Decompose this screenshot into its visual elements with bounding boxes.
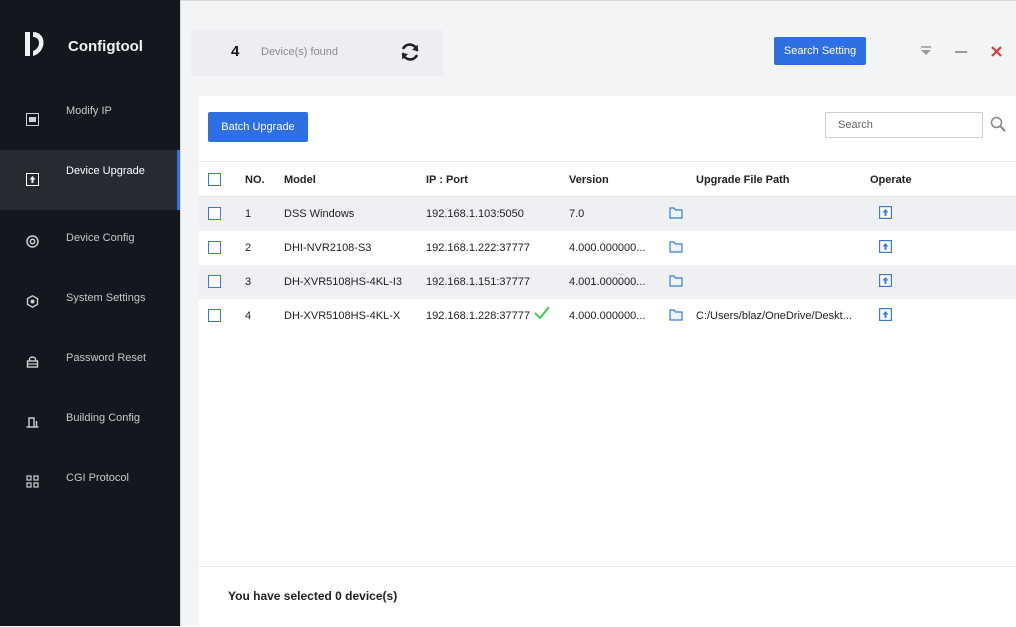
upgrade-icon — [26, 173, 39, 186]
folder-icon[interactable] — [669, 241, 683, 253]
sidebar-item-label: Device Upgrade — [66, 165, 145, 177]
sidebar-item-cgi-protocol[interactable]: CGI Protocol — [0, 450, 180, 510]
column-header-operate: Operate — [870, 174, 912, 186]
upload-icon[interactable] — [879, 274, 892, 287]
table-row[interactable]: 3 DH-XVR5108HS-4KL-I3 192.168.1.151:3777… — [199, 265, 1016, 299]
column-header-model: Model — [284, 174, 316, 186]
cell-version: 4.000.000000... — [569, 242, 646, 254]
cell-no: 2 — [245, 242, 252, 254]
cell-version: 4.000.000000... — [569, 310, 646, 322]
search-setting-button[interactable]: Search Setting — [774, 37, 866, 65]
table-header: NO. Model IP : Port Version Upgrade File… — [199, 161, 1016, 197]
upload-icon[interactable] — [879, 308, 892, 321]
table-row[interactable]: 1 DSS Windows 192.168.1.103:5050 7.0 — [199, 197, 1016, 231]
refresh-icon[interactable] — [399, 41, 421, 63]
sidebar-item-password-reset[interactable]: Password Reset — [0, 330, 180, 390]
sidebar-item-label: CGI Protocol — [66, 472, 129, 484]
cell-ip-port: 192.168.1.222:37777 — [426, 242, 530, 254]
row-checkbox[interactable] — [208, 241, 221, 254]
cell-model: DSS Windows — [284, 208, 355, 220]
row-checkbox[interactable] — [208, 309, 221, 322]
sidebar: Configtool Modify IP Device Upgrade Devi… — [0, 0, 180, 626]
cell-no: 4 — [245, 310, 252, 322]
column-header-no: NO. — [245, 174, 265, 186]
dropdown-menu-icon[interactable] — [918, 43, 934, 59]
protocol-grid-icon — [26, 475, 39, 488]
brand: Configtool — [0, 0, 180, 90]
ip-icon — [26, 113, 39, 126]
batch-upgrade-button[interactable]: Batch Upgrade — [208, 112, 308, 142]
upload-icon[interactable] — [879, 240, 892, 253]
column-header-ip-port: IP : Port — [426, 174, 468, 186]
device-found-box: 4 Device(s) found — [191, 30, 443, 76]
checkmark-icon — [534, 306, 550, 320]
cell-no: 3 — [245, 276, 252, 288]
sidebar-nav: Modify IP Device Upgrade Device Config S… — [0, 90, 180, 510]
close-icon[interactable] — [989, 43, 1005, 59]
device-upgrade-panel: Batch Upgrade NO. Model IP : Port Versio… — [199, 96, 1016, 627]
row-checkbox[interactable] — [208, 275, 221, 288]
folder-icon[interactable] — [669, 207, 683, 219]
sidebar-item-label: Building Config — [66, 412, 140, 424]
cell-no: 1 — [245, 208, 252, 220]
settings-icon — [26, 295, 39, 308]
cell-ip-port: 192.168.1.228:37777 — [426, 310, 530, 322]
top-bar: 4 Device(s) found Search Setting — [181, 1, 1016, 85]
selection-footer: You have selected 0 device(s) — [199, 566, 1016, 627]
cell-version: 7.0 — [569, 208, 585, 220]
sidebar-item-label: System Settings — [66, 292, 146, 304]
folder-icon[interactable] — [669, 309, 683, 321]
column-header-version: Version — [569, 174, 609, 186]
main-area: 4 Device(s) found Search Setting Batch U… — [180, 0, 1016, 627]
row-checkbox[interactable] — [208, 207, 221, 220]
search-input[interactable] — [825, 112, 983, 138]
select-all-checkbox[interactable] — [208, 173, 221, 186]
sidebar-item-building-config[interactable]: Building Config — [0, 390, 180, 450]
cell-model: DHI-NVR2108-S3 — [284, 242, 372, 254]
sidebar-item-modify-ip[interactable]: Modify IP — [0, 90, 180, 150]
config-circle-icon — [26, 235, 39, 248]
cell-model: DH-XVR5108HS-4KL-X — [284, 310, 401, 322]
selected-count-text: You have selected 0 device(s) — [228, 589, 398, 603]
sidebar-item-label: Password Reset — [66, 352, 147, 364]
sidebar-item-system-settings[interactable]: System Settings — [0, 270, 180, 330]
sidebar-item-label: Device Config — [66, 232, 135, 244]
device-count: 4 — [231, 43, 240, 60]
column-header-upgrade-file-path: Upgrade File Path — [696, 174, 790, 186]
upload-icon[interactable] — [879, 206, 892, 219]
cell-file-path: C:/Users/blaz/OneDrive/Deskt... — [696, 310, 852, 322]
table-row[interactable]: 4 DH-XVR5108HS-4KL-X 192.168.1.228:37777… — [199, 299, 1016, 333]
table-row[interactable]: 2 DHI-NVR2108-S3 192.168.1.222:37777 4.0… — [199, 231, 1016, 265]
cell-ip-port: 192.168.1.151:37777 — [426, 276, 530, 288]
cell-version: 4.001.000000... — [569, 276, 646, 288]
sidebar-item-label: Modify IP — [66, 105, 112, 117]
lock-icon — [26, 356, 39, 368]
device-found-label: Device(s) found — [261, 46, 339, 58]
folder-icon[interactable] — [669, 275, 683, 287]
cell-ip-port: 192.168.1.103:5050 — [426, 208, 524, 220]
app-title: Configtool — [68, 38, 143, 55]
search-icon[interactable] — [990, 116, 1006, 132]
cell-model: DH-XVR5108HS-4KL-I3 — [284, 276, 402, 288]
building-icon — [26, 417, 39, 428]
sidebar-item-device-upgrade[interactable]: Device Upgrade — [0, 150, 180, 210]
sidebar-item-device-config[interactable]: Device Config — [0, 210, 180, 270]
minimize-icon[interactable] — [953, 43, 969, 59]
configtool-logo-icon — [25, 32, 44, 56]
